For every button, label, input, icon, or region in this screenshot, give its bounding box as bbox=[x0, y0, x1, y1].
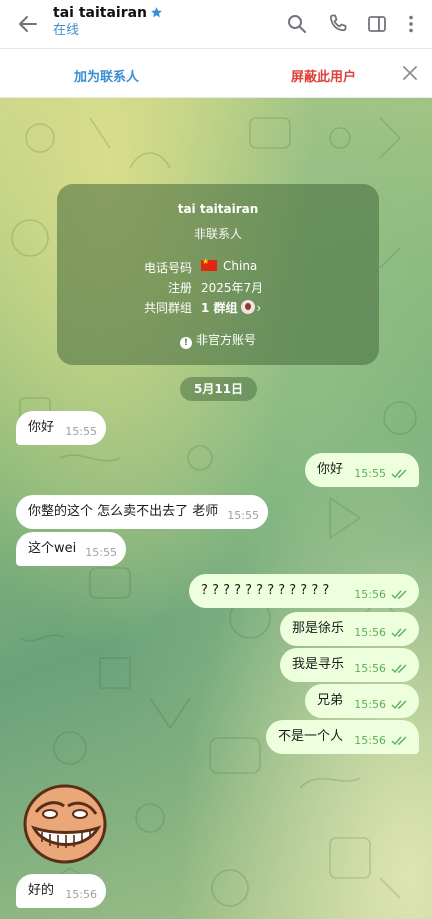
message-time: 15:56 bbox=[354, 588, 386, 601]
search-icon[interactable] bbox=[285, 12, 309, 36]
chat-title: tai taitairan bbox=[53, 4, 163, 22]
message-time: 15:56 bbox=[354, 662, 386, 675]
info-subtitle: 非联系人 bbox=[193, 227, 242, 241]
message-time: 15:55 bbox=[65, 425, 97, 438]
read-check-icon bbox=[391, 700, 407, 710]
sidebar-toggle-icon[interactable] bbox=[365, 12, 389, 36]
block-user-button[interactable]: 屏蔽此用户 bbox=[291, 66, 356, 85]
message-bubble-outgoing[interactable]: 不是一个人 15:56 bbox=[266, 720, 419, 754]
chat-title-area[interactable]: tai taitairan 在线 bbox=[53, 4, 163, 40]
message-time: 15:55 bbox=[354, 467, 386, 480]
message-time: 15:56 bbox=[65, 888, 97, 901]
read-check-icon bbox=[391, 664, 407, 674]
more-vertical-icon[interactable] bbox=[399, 12, 423, 36]
user-info-card: tai taitairan 非联系人 电话号码 China 注册 2025年7月… bbox=[57, 184, 379, 365]
chevron-right-icon: › bbox=[256, 301, 262, 315]
phone-value: China bbox=[201, 257, 257, 273]
message-bubble-incoming[interactable]: 好的 15:56 bbox=[16, 874, 106, 908]
read-check-icon bbox=[391, 628, 407, 638]
registered-label: 注册 bbox=[167, 281, 192, 295]
message-time: 15:56 bbox=[354, 734, 386, 747]
chat-area[interactable]: tai taitairan 非联系人 电话号码 China 注册 2025年7月… bbox=[0, 98, 432, 919]
message-time: 15:55 bbox=[85, 546, 117, 559]
message-bubble-incoming[interactable]: 你好 15:55 bbox=[16, 411, 106, 445]
back-arrow-icon[interactable] bbox=[14, 10, 42, 38]
star-icon bbox=[151, 7, 162, 18]
date-separator: 5月11日 bbox=[180, 377, 257, 401]
exclamation-icon: ! bbox=[179, 337, 192, 349]
close-icon[interactable] bbox=[401, 64, 419, 82]
message-time: 15:56 bbox=[354, 698, 386, 711]
groups-label: 共同群组 bbox=[143, 301, 192, 315]
message-bubble-outgoing[interactable]: 兄弟 15:56 bbox=[305, 684, 419, 718]
read-check-icon bbox=[391, 590, 407, 600]
message-time: 15:55 bbox=[227, 509, 259, 522]
phone-label: 电话号码 bbox=[143, 261, 192, 275]
unofficial-account-notice: ! 非官方账号 bbox=[57, 331, 379, 349]
message-bubble-outgoing[interactable]: ? ? ? ? ? ? ? ? ? ? ? ? 15:56 bbox=[189, 574, 419, 608]
read-check-icon bbox=[391, 736, 407, 746]
info-name: tai taitairan bbox=[177, 202, 259, 216]
contact-action-bar: 加为联系人 屏蔽此用户 bbox=[0, 50, 432, 98]
message-bubble-outgoing[interactable]: 你好 15:55 bbox=[305, 453, 419, 487]
message-bubble-incoming[interactable]: 这个wei 15:55 bbox=[16, 532, 126, 566]
groups-value[interactable]: 1 群组 › bbox=[201, 299, 261, 316]
china-flag-icon bbox=[201, 257, 217, 271]
read-check-icon bbox=[391, 469, 407, 479]
online-status: 在线 bbox=[53, 23, 80, 38]
troll-face-sticker[interactable] bbox=[22, 782, 108, 866]
add-contact-button[interactable]: 加为联系人 bbox=[74, 66, 139, 85]
registered-value: 2025年7月 bbox=[201, 281, 264, 295]
message-bubble-outgoing[interactable]: 我是寻乐 15:56 bbox=[280, 648, 419, 682]
message-time: 15:56 bbox=[354, 626, 386, 639]
phone-icon[interactable] bbox=[326, 12, 350, 36]
message-bubble-incoming[interactable]: 你整的这个 怎么卖不出去了 老师 15:55 bbox=[16, 495, 268, 529]
message-bubble-outgoing[interactable]: 那是徐乐 15:56 bbox=[280, 612, 419, 646]
group-avatar bbox=[240, 300, 255, 314]
chat-header: tai taitairan 在线 bbox=[0, 0, 432, 49]
